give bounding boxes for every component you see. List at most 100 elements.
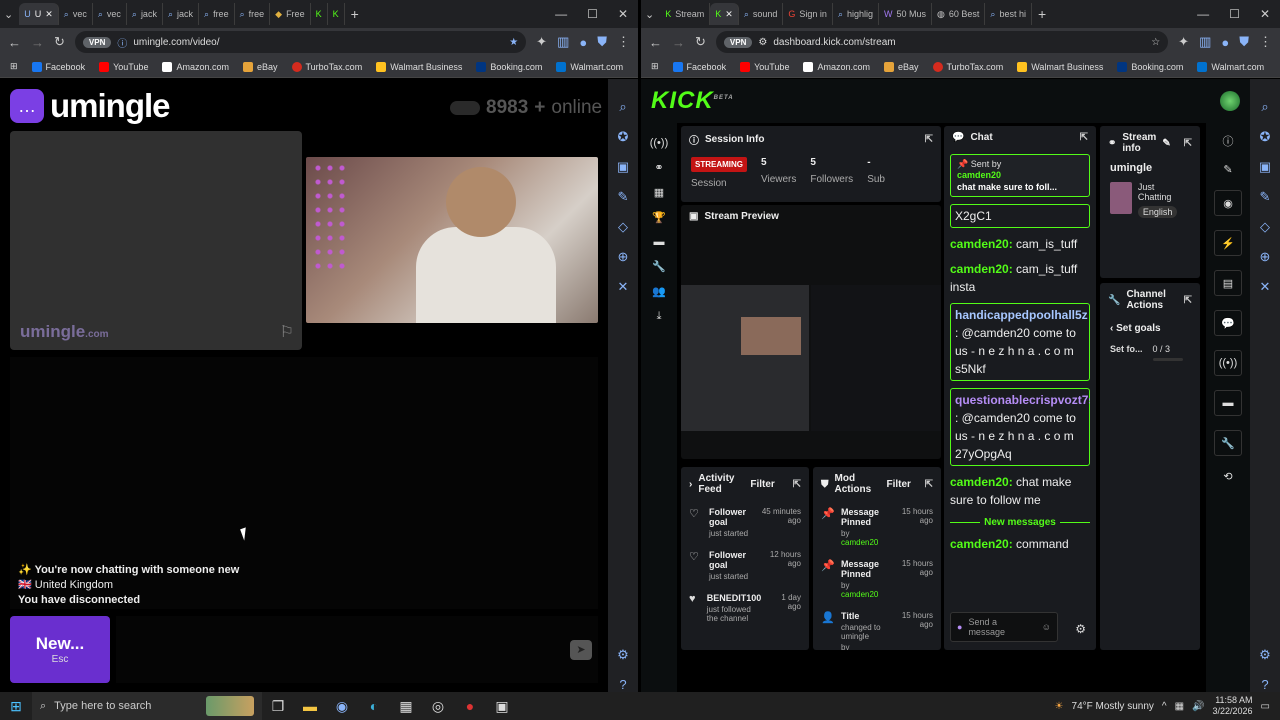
bookmark-walmart[interactable]: Walmart.com bbox=[1197, 61, 1264, 72]
avatar[interactable] bbox=[1220, 91, 1240, 111]
download-icon[interactable]: ⤓ bbox=[657, 310, 662, 323]
reload-icon[interactable]: ↻ bbox=[695, 34, 706, 50]
chat-input[interactable]: ● Send a message ☺ bbox=[950, 612, 1058, 642]
minimize-icon[interactable]: — bbox=[1197, 7, 1209, 21]
new-messages-divider[interactable]: New messages bbox=[950, 517, 1090, 528]
apps-icon[interactable]: ⊞ bbox=[651, 61, 659, 72]
edit-icon[interactable]: ✎ bbox=[618, 189, 629, 205]
filter-button[interactable]: Filter bbox=[887, 479, 911, 490]
sidebar-icon[interactable]: ▥ bbox=[1199, 34, 1211, 50]
ruler-icon[interactable]: ▬ bbox=[654, 236, 665, 248]
message-user[interactable]: camden20: bbox=[950, 475, 1013, 489]
edit-icon[interactable]: ✎ bbox=[1260, 189, 1271, 205]
popout-icon[interactable]: ⇱ bbox=[1184, 138, 1192, 149]
address-bar[interactable]: VPN ⚙ dashboard.kick.com/stream ☆ bbox=[715, 31, 1169, 53]
tab[interactable]: W 50 Mus bbox=[879, 3, 933, 25]
set-goals-button[interactable]: ‹ Set goals bbox=[1100, 317, 1200, 340]
close-icon[interactable]: ✕ bbox=[1260, 7, 1270, 21]
pencil-icon[interactable]: ✎ bbox=[1223, 163, 1232, 176]
site-info-icon[interactable]: ⓘ bbox=[117, 35, 127, 50]
app-icon-red[interactable]: ● bbox=[454, 698, 486, 714]
bookmark-youtube[interactable]: YouTube bbox=[740, 61, 789, 72]
forward-icon[interactable]: → bbox=[672, 35, 685, 50]
kick-logo[interactable]: KICKBETA bbox=[651, 87, 734, 115]
chrome-icon[interactable]: ◉ bbox=[326, 698, 358, 715]
tab[interactable]: K bbox=[311, 3, 328, 25]
profile-icon[interactable]: ● bbox=[1221, 35, 1229, 50]
stats-icon[interactable]: ▦ bbox=[654, 186, 664, 199]
lightning-icon[interactable]: ⚡ bbox=[1214, 230, 1242, 256]
tab[interactable]: ⌕ free bbox=[235, 3, 271, 25]
message-user[interactable]: camden20: bbox=[950, 237, 1013, 251]
tab[interactable]: K bbox=[328, 3, 345, 25]
popout-icon[interactable]: ⇱ bbox=[1080, 132, 1088, 143]
shopping-icon[interactable]: ▣ bbox=[617, 159, 629, 175]
tab[interactable]: ◍ 60 Best bbox=[932, 3, 986, 25]
tab[interactable]: ⌕ highlig bbox=[833, 3, 880, 25]
apps-icon[interactable]: ⊞ bbox=[10, 61, 18, 72]
tab[interactable]: ⌕ sound bbox=[739, 3, 784, 25]
message-user[interactable]: camden20: bbox=[950, 262, 1013, 276]
extensions-icon[interactable]: ✦ bbox=[1178, 34, 1189, 50]
send-icon[interactable]: ➤ bbox=[570, 640, 592, 660]
popout-icon[interactable]: ⇱ bbox=[1184, 295, 1192, 306]
tag-icon[interactable]: ◇ bbox=[618, 219, 628, 235]
message-user[interactable]: handicappedpoolhall5z bbox=[955, 308, 1088, 322]
tab[interactable]: U U ✕ bbox=[19, 3, 59, 25]
bookmark-walmart-business[interactable]: Walmart Business bbox=[376, 61, 462, 72]
bookmark-facebook[interactable]: Facebook bbox=[31, 61, 85, 72]
users-icon[interactable]: 👥 bbox=[652, 285, 666, 298]
taskbar-search[interactable]: ⌕ Type here to search bbox=[32, 692, 262, 720]
document-icon[interactable]: ▤ bbox=[1214, 270, 1242, 296]
focus-icon[interactable]: ◉ bbox=[1214, 190, 1242, 216]
file-explorer-icon[interactable]: ▬ bbox=[294, 698, 326, 714]
help-icon[interactable]: ? bbox=[619, 677, 626, 692]
bookmark-amazon[interactable]: Amazon.com bbox=[803, 61, 870, 72]
notifications-icon[interactable]: ▭ bbox=[1261, 701, 1270, 712]
network-icon[interactable]: ▦ bbox=[1175, 701, 1184, 712]
edit-icon[interactable]: ✎ bbox=[1162, 138, 1170, 149]
bookmark-amazon[interactable]: Amazon.com bbox=[162, 61, 229, 72]
shopping-icon[interactable]: ▣ bbox=[1259, 159, 1271, 175]
message-user[interactable]: camden20: bbox=[950, 537, 1013, 551]
maximize-icon[interactable]: ☐ bbox=[1229, 7, 1240, 21]
tag-icon[interactable]: ◇ bbox=[1260, 219, 1270, 235]
bookmark-turbotax[interactable]: TurboTax.com bbox=[932, 61, 1003, 72]
tab[interactable]: ⌕ vec bbox=[93, 3, 127, 25]
new-tab-icon[interactable]: + bbox=[351, 6, 359, 22]
close-tab-icon[interactable]: ✕ bbox=[45, 9, 53, 20]
bookmark-booking[interactable]: Booking.com bbox=[1117, 61, 1183, 72]
bookmark-walmart[interactable]: Walmart.com bbox=[556, 61, 623, 72]
menu-icon[interactable]: ⋮ bbox=[1259, 34, 1272, 50]
tab[interactable]: ⌕ jack bbox=[163, 3, 200, 25]
share-icon[interactable]: ⟲ bbox=[1223, 470, 1232, 483]
tab-search-icon[interactable]: ⌄ bbox=[645, 8, 654, 21]
tab[interactable]: ⌕ jack bbox=[127, 3, 163, 25]
back-icon[interactable]: ← bbox=[649, 35, 662, 50]
close-icon[interactable]: ✕ bbox=[618, 7, 628, 21]
tab[interactable]: ◆ Free bbox=[270, 3, 311, 25]
filter-button[interactable]: Filter bbox=[750, 479, 774, 490]
reload-icon[interactable]: ↻ bbox=[54, 34, 65, 50]
tab-search-icon[interactable]: ⌄ bbox=[4, 8, 13, 21]
chat-icon[interactable]: 💬 bbox=[1214, 310, 1242, 336]
trophy-icon[interactable]: 🏆 bbox=[652, 211, 666, 224]
broadcast-icon[interactable]: ((•)) bbox=[1214, 350, 1242, 376]
bookmark-walmart-business[interactable]: Walmart Business bbox=[1017, 61, 1103, 72]
profile-icon[interactable]: ● bbox=[579, 35, 587, 50]
pinned-message[interactable]: 📌 Sent by camden20 chat make sure to fol… bbox=[950, 154, 1090, 197]
store-icon[interactable]: ▦ bbox=[390, 698, 422, 715]
tab[interactable]: G Sign in bbox=[783, 3, 833, 25]
bookmark-facebook[interactable]: Facebook bbox=[672, 61, 726, 72]
tab[interactable]: ⌕ free bbox=[199, 3, 235, 25]
vpn-badge[interactable]: VPN bbox=[723, 36, 753, 48]
tools-icon[interactable]: ✕ bbox=[1260, 279, 1271, 295]
menu-icon[interactable]: ⋮ bbox=[617, 34, 630, 50]
bookmark-ebay[interactable]: eBay bbox=[883, 61, 919, 72]
chevron-right-icon[interactable]: › bbox=[689, 479, 692, 490]
site-info-icon[interactable]: ⚙ bbox=[758, 37, 767, 48]
bookmark-youtube[interactable]: YouTube bbox=[99, 61, 148, 72]
games-icon[interactable]: ⊕ bbox=[618, 249, 629, 265]
clock[interactable]: 11:58 AM 3/22/2026 bbox=[1213, 695, 1253, 717]
extensions-icon[interactable]: ✦ bbox=[536, 34, 547, 50]
